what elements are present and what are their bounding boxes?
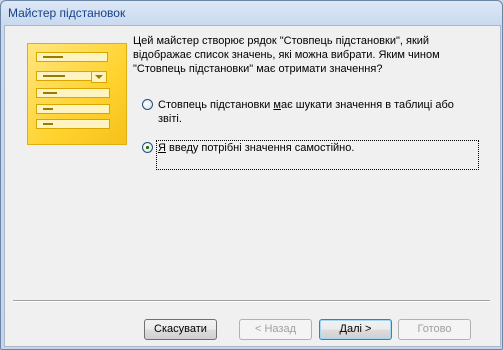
- radio-type-values[interactable]: [142, 142, 153, 153]
- cancel-button[interactable]: Скасувати: [144, 319, 217, 340]
- next-button[interactable]: Далі >: [319, 319, 392, 340]
- chevron-down-icon: [91, 71, 107, 83]
- illustration-list-row: [36, 119, 110, 129]
- finish-button[interactable]: Готово: [398, 319, 471, 340]
- option-lookup-table-label[interactable]: Стовпець підстановки має шукати значення…: [158, 98, 478, 126]
- illustration-list-row: [36, 88, 110, 98]
- illustration-field: [36, 52, 108, 62]
- wizard-illustration: [27, 43, 127, 145]
- back-button[interactable]: < Назад: [239, 319, 312, 340]
- dialog-window: Майстер підстановок Цей майстер створює …: [0, 0, 503, 350]
- illustration-list-row: [36, 104, 110, 114]
- wizard-body: Цей майстер створює рядок "Стовпець підс…: [4, 25, 501, 347]
- title-bar[interactable]: Майстер підстановок: [1, 1, 502, 25]
- illustration-combo-field: [36, 71, 92, 81]
- option-type-values-label[interactable]: Я введу потрібні значення самостійно.: [156, 140, 479, 170]
- window-title: Майстер підстановок: [8, 6, 126, 20]
- radio-lookup-table[interactable]: [142, 99, 153, 110]
- separator: [13, 300, 490, 302]
- wizard-description: Цей майстер створює рядок "Стовпець підс…: [133, 35, 440, 75]
